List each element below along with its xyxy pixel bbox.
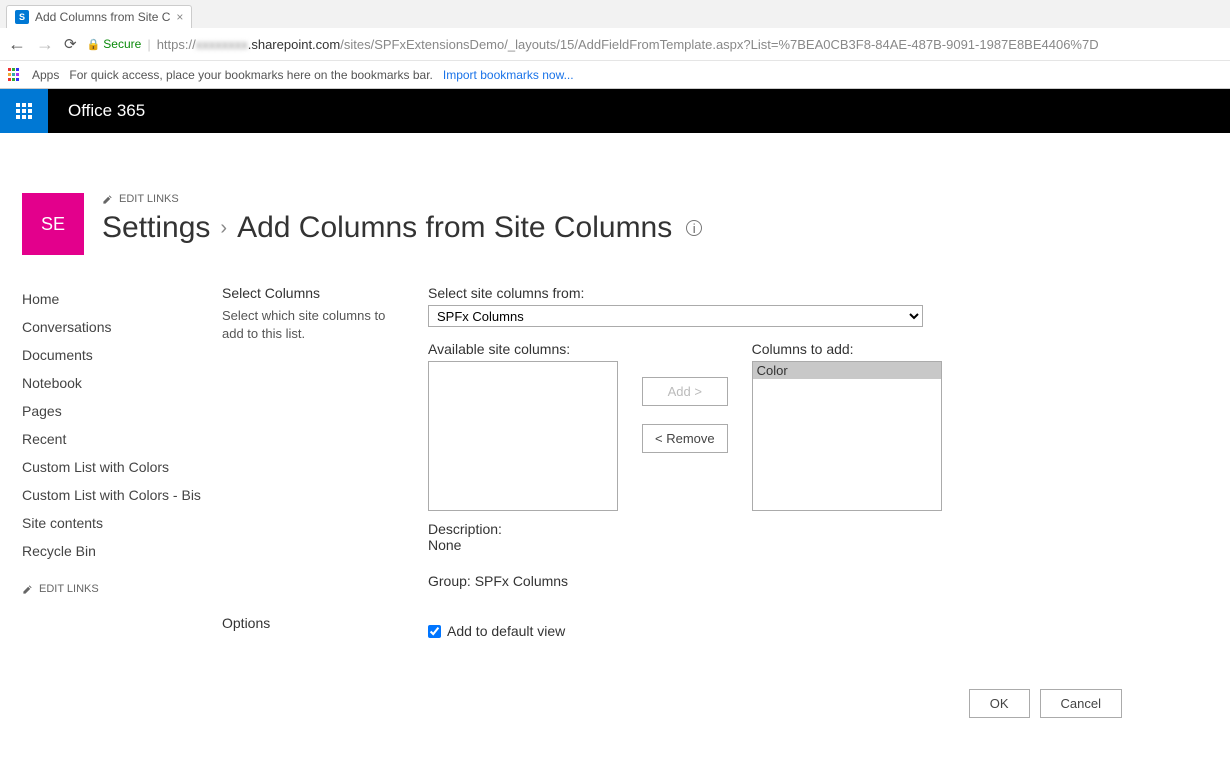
suite-title[interactable]: Office 365: [68, 101, 145, 121]
section-title: Select Columns: [222, 285, 408, 301]
remove-button[interactable]: < Remove: [642, 424, 728, 453]
lock-icon: 🔒: [87, 38, 101, 51]
nav-site-contents[interactable]: Site contents: [22, 509, 202, 537]
help-icon[interactable]: i: [686, 220, 702, 236]
back-button[interactable]: ←: [8, 34, 26, 55]
column-picker: Available site columns: Add > < Remove C…: [428, 341, 948, 511]
app-launcher-button[interactable]: [0, 89, 48, 133]
nav-pages[interactable]: Pages: [22, 397, 202, 425]
import-bookmarks-link[interactable]: Import bookmarks now...: [443, 68, 574, 82]
nav-customlist-colors-bis[interactable]: Custom List with Colors - Bis: [22, 481, 202, 509]
suite-bar: Office 365: [0, 89, 1230, 133]
breadcrumb-root[interactable]: Settings: [102, 211, 210, 245]
edit-links-label: EDIT LINKS: [39, 583, 99, 595]
section-title: Options: [222, 615, 408, 631]
waffle-icon: [16, 103, 32, 119]
column-group-dropdown[interactable]: SPFx Columns: [428, 305, 923, 327]
list-item[interactable]: Color: [753, 362, 941, 379]
browser-tab[interactable]: S Add Columns from Site C ×: [6, 5, 192, 28]
description-block: Description: None: [428, 521, 948, 553]
page-title: Settings › Add Columns from Site Columns…: [102, 211, 1230, 245]
bookmarks-bar: Apps For quick access, place your bookma…: [0, 60, 1230, 88]
nav-conversations[interactable]: Conversations: [22, 313, 202, 341]
default-view-label: Add to default view: [447, 623, 565, 639]
from-label: Select site columns from:: [428, 285, 948, 301]
page-header: SE EDIT LINKS Settings › Add Columns fro…: [22, 193, 1230, 255]
group-block: Group: SPFx Columns: [428, 573, 948, 589]
secure-label: Secure: [103, 37, 141, 51]
nav-home[interactable]: Home: [22, 285, 202, 313]
section-desc: Select which site columns to add to this…: [222, 307, 408, 343]
pencil-icon: [102, 194, 113, 205]
toadd-label: Columns to add:: [752, 341, 942, 357]
main-form: Select Columns Select which site columns…: [222, 285, 1230, 718]
url-text: https://xxxxxxxx.sharepoint.com/sites/SP…: [157, 37, 1099, 52]
edit-links-label: EDIT LINKS: [119, 193, 179, 205]
available-label: Available site columns:: [428, 341, 618, 357]
section-options: Options Add to default view: [222, 615, 1230, 639]
url-separator: |: [147, 37, 150, 52]
edit-links-top[interactable]: EDIT LINKS: [102, 193, 1230, 205]
page-content: SE EDIT LINKS Settings › Add Columns fro…: [0, 133, 1230, 718]
pencil-icon: [22, 584, 33, 595]
chevron-right-icon: ›: [220, 217, 227, 240]
apps-icon[interactable]: [8, 68, 22, 82]
add-button[interactable]: Add >: [642, 377, 728, 406]
close-icon[interactable]: ×: [176, 10, 183, 24]
section-select-columns: Select Columns Select which site columns…: [222, 285, 1230, 589]
columns-to-add-listbox[interactable]: Color: [752, 361, 942, 511]
nav-recycle-bin[interactable]: Recycle Bin: [22, 537, 202, 565]
forward-button: →: [36, 34, 54, 55]
bookmarks-hint: For quick access, place your bookmarks h…: [69, 68, 433, 82]
description-label: Description:: [428, 521, 948, 537]
site-logo[interactable]: SE: [22, 193, 84, 255]
form-footer: OK Cancel: [222, 689, 1162, 718]
sharepoint-favicon: S: [15, 10, 29, 24]
available-columns-listbox[interactable]: [428, 361, 618, 511]
tab-bar: S Add Columns from Site C ×: [0, 0, 1230, 28]
nav-customlist-colors[interactable]: Custom List with Colors: [22, 453, 202, 481]
browser-chrome: S Add Columns from Site C × ← → ⟳ 🔒 Secu…: [0, 0, 1230, 89]
cancel-button[interactable]: Cancel: [1040, 689, 1122, 718]
default-view-checkbox[interactable]: [428, 625, 441, 638]
nav-notebook[interactable]: Notebook: [22, 369, 202, 397]
nav-recent[interactable]: Recent: [22, 425, 202, 453]
browser-toolbar: ← → ⟳ 🔒 Secure | https://xxxxxxxx.sharep…: [0, 28, 1230, 60]
nav-documents[interactable]: Documents: [22, 341, 202, 369]
breadcrumb-page: Add Columns from Site Columns: [237, 211, 672, 245]
description-value: None: [428, 537, 948, 553]
edit-links-leftnav[interactable]: EDIT LINKS: [22, 583, 202, 595]
group-value: SPFx Columns: [475, 573, 568, 589]
apps-label[interactable]: Apps: [32, 68, 59, 82]
tab-title: Add Columns from Site C: [35, 10, 170, 24]
left-navigation: Home Conversations Documents Notebook Pa…: [22, 285, 222, 718]
group-label: Group:: [428, 573, 471, 589]
reload-button[interactable]: ⟳: [64, 35, 77, 53]
default-view-checkbox-row[interactable]: Add to default view: [428, 623, 948, 639]
ok-button[interactable]: OK: [969, 689, 1030, 718]
address-bar[interactable]: 🔒 Secure | https://xxxxxxxx.sharepoint.c…: [87, 37, 1222, 52]
secure-indicator: 🔒 Secure: [87, 37, 142, 51]
